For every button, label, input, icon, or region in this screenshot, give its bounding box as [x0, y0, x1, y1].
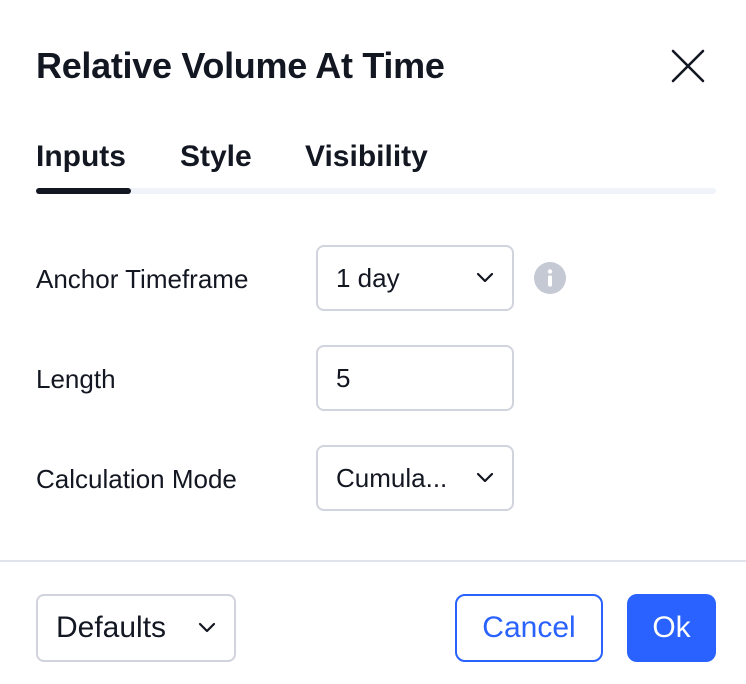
chevron-down-icon	[196, 617, 218, 639]
calculation-mode-value: Cumula...	[336, 462, 448, 493]
anchor-timeframe-select[interactable]: 1 day	[316, 245, 514, 311]
info-icon[interactable]	[534, 262, 566, 294]
defaults-label: Defaults	[56, 611, 167, 644]
tab-style[interactable]: Style	[180, 136, 252, 178]
calculation-mode-select[interactable]: Cumula...	[316, 445, 514, 511]
dialog-title: Relative Volume At Time	[36, 45, 445, 86]
chevron-down-icon	[474, 267, 496, 289]
ok-button[interactable]: Ok	[627, 594, 716, 662]
length-input[interactable]: 5	[316, 345, 514, 411]
length-label: Length	[36, 364, 116, 394]
cancel-button[interactable]: Cancel	[455, 594, 603, 662]
chevron-down-icon	[474, 467, 496, 489]
tab-bar: Inputs Style Visibility	[36, 136, 716, 196]
footer-divider	[0, 560, 746, 562]
tab-inputs[interactable]: Inputs	[36, 136, 126, 178]
anchor-timeframe-label: Anchor Timeframe	[36, 264, 249, 294]
close-button[interactable]	[664, 42, 712, 90]
active-tab-indicator	[36, 188, 131, 194]
calculation-mode-label: Calculation Mode	[36, 464, 237, 494]
close-icon	[671, 49, 705, 83]
tab-track	[36, 188, 716, 194]
defaults-dropdown[interactable]: Defaults	[36, 594, 236, 662]
indicator-settings-dialog: Relative Volume At Time Inputs Style Vis…	[0, 0, 746, 684]
length-value: 5	[336, 362, 351, 393]
tab-visibility[interactable]: Visibility	[305, 136, 428, 178]
anchor-timeframe-value: 1 day	[336, 262, 400, 293]
